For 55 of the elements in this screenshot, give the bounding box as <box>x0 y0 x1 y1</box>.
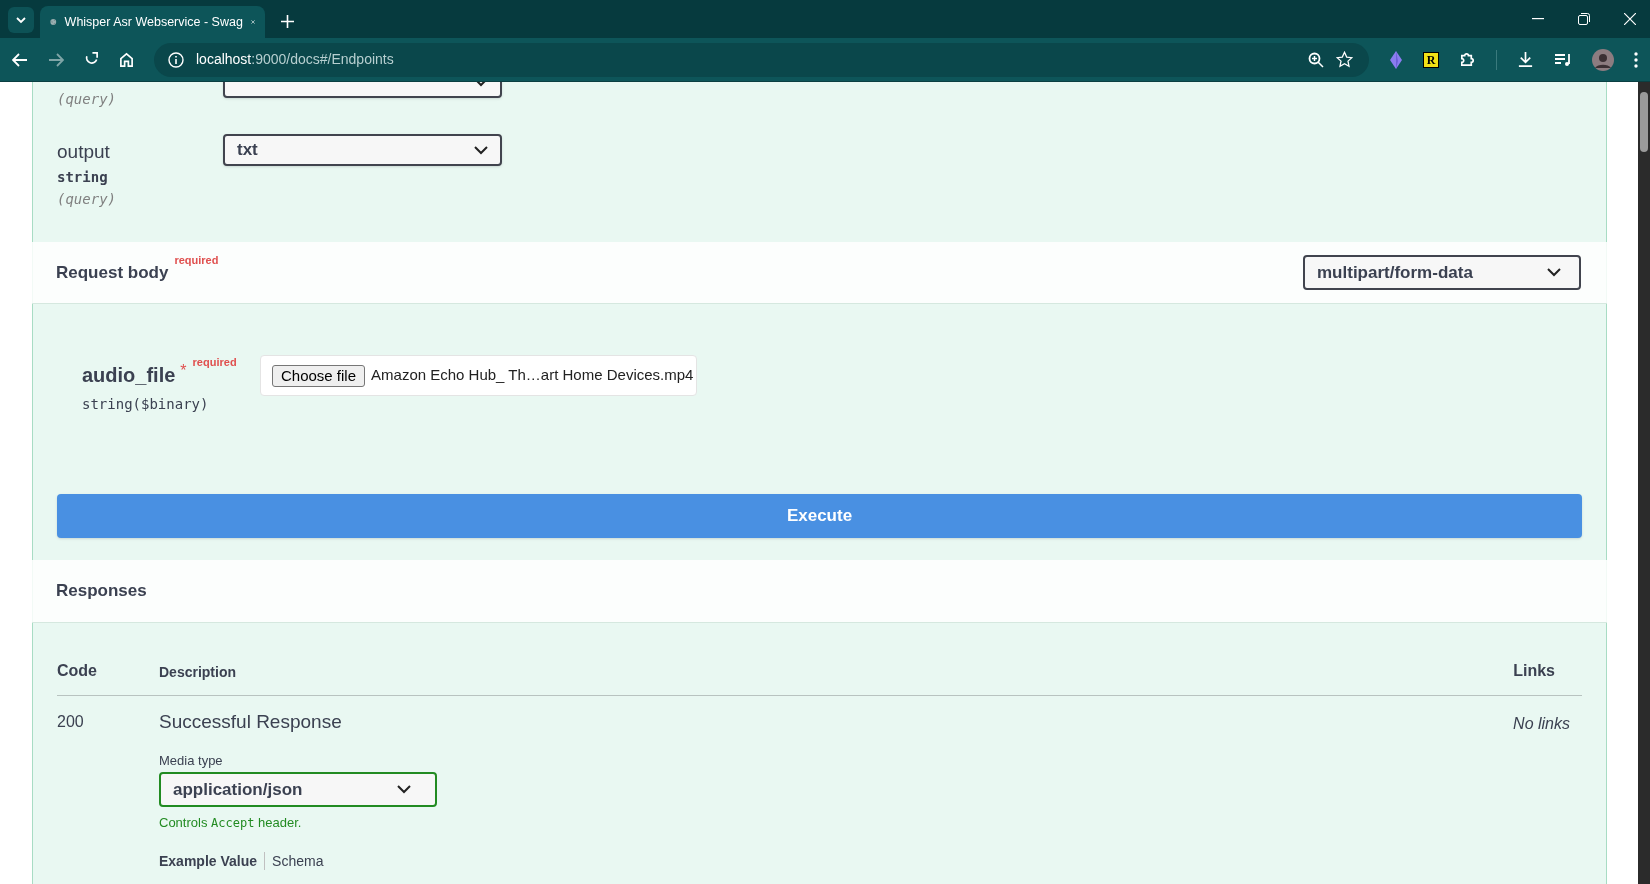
response-description: Successful Response <box>159 710 343 734</box>
avatar-icon[interactable] <box>1592 48 1614 71</box>
minimize-icon[interactable] <box>1532 18 1544 20</box>
file-input[interactable]: Choose file Amazon Echo Hub_ Th…art Home Devices.mp4 <box>260 355 697 396</box>
field-type: string($binary) <box>82 395 210 414</box>
chevron-down-icon <box>1547 268 1561 277</box>
column-header: Description <box>159 663 237 682</box>
parameter-name: output <box>57 140 111 164</box>
zoom-icon[interactable] <box>1308 51 1324 68</box>
url-text: localhost:9000/docs#/Endpoints <box>196 50 395 69</box>
response-code: 200 <box>57 712 85 732</box>
parameter-type: string <box>57 168 109 187</box>
restore-icon[interactable] <box>1578 13 1590 25</box>
tab-search-button[interactable] <box>8 7 34 33</box>
reload-icon[interactable] <box>84 52 99 67</box>
column-header: Code <box>57 661 98 681</box>
scrollbar[interactable] <box>1638 82 1650 884</box>
star-icon[interactable] <box>1336 51 1353 68</box>
field-name: audio_file <box>82 363 176 388</box>
info-icon <box>168 51 184 68</box>
crystal-icon[interactable] <box>1389 50 1403 69</box>
parameter-select[interactable]: txt <box>223 134 502 166</box>
home-icon[interactable] <box>119 52 134 67</box>
media-type-select[interactable]: application/json <box>159 772 437 807</box>
media-queue-icon[interactable] <box>1554 52 1572 67</box>
forward-icon[interactable] <box>48 52 64 67</box>
choose-file-button[interactable]: Choose file <box>272 364 366 387</box>
required-label: required <box>192 355 237 370</box>
download-icon[interactable] <box>1517 51 1534 68</box>
puzzle-icon[interactable] <box>1459 51 1476 68</box>
section-title: Request body <box>56 261 169 284</box>
controls-note: Controls Accept header. <box>159 814 303 832</box>
back-icon[interactable] <box>12 52 28 67</box>
chevron-down-icon <box>397 785 411 794</box>
close-icon[interactable] <box>1624 13 1636 25</box>
address-bar[interactable]: localhost:9000/docs#/Endpoints <box>154 42 1369 77</box>
required-mark: * <box>180 361 187 381</box>
extension-badge[interactable]: R <box>1423 51 1439 68</box>
example-tab[interactable]: Example Value <box>159 850 258 872</box>
media-type-label: Media type <box>159 751 224 770</box>
parameter-location: (query) <box>57 90 117 109</box>
section-title: Responses <box>56 580 147 603</box>
chevron-down-icon <box>16 16 26 24</box>
new-tab-icon[interactable] <box>281 15 294 28</box>
tab-title: Whisper Asr Webservice - Swag <box>64 13 243 31</box>
file-name: Amazon Echo Hub_ Th…art Home Devices.mp4 <box>371 365 694 386</box>
browser-tab[interactable]: Whisper Asr Webservice - Swag <box>40 6 265 38</box>
parameter-location: (query) <box>57 190 117 209</box>
chevron-down-icon <box>474 145 488 155</box>
menu-icon[interactable] <box>1634 51 1638 68</box>
example-tab[interactable]: Schema <box>272 850 324 872</box>
links-text: No links <box>1513 714 1570 734</box>
required-label: required <box>174 252 219 268</box>
content-type-select[interactable]: multipart/form-data <box>1303 255 1581 290</box>
column-header: Links <box>1513 661 1555 681</box>
